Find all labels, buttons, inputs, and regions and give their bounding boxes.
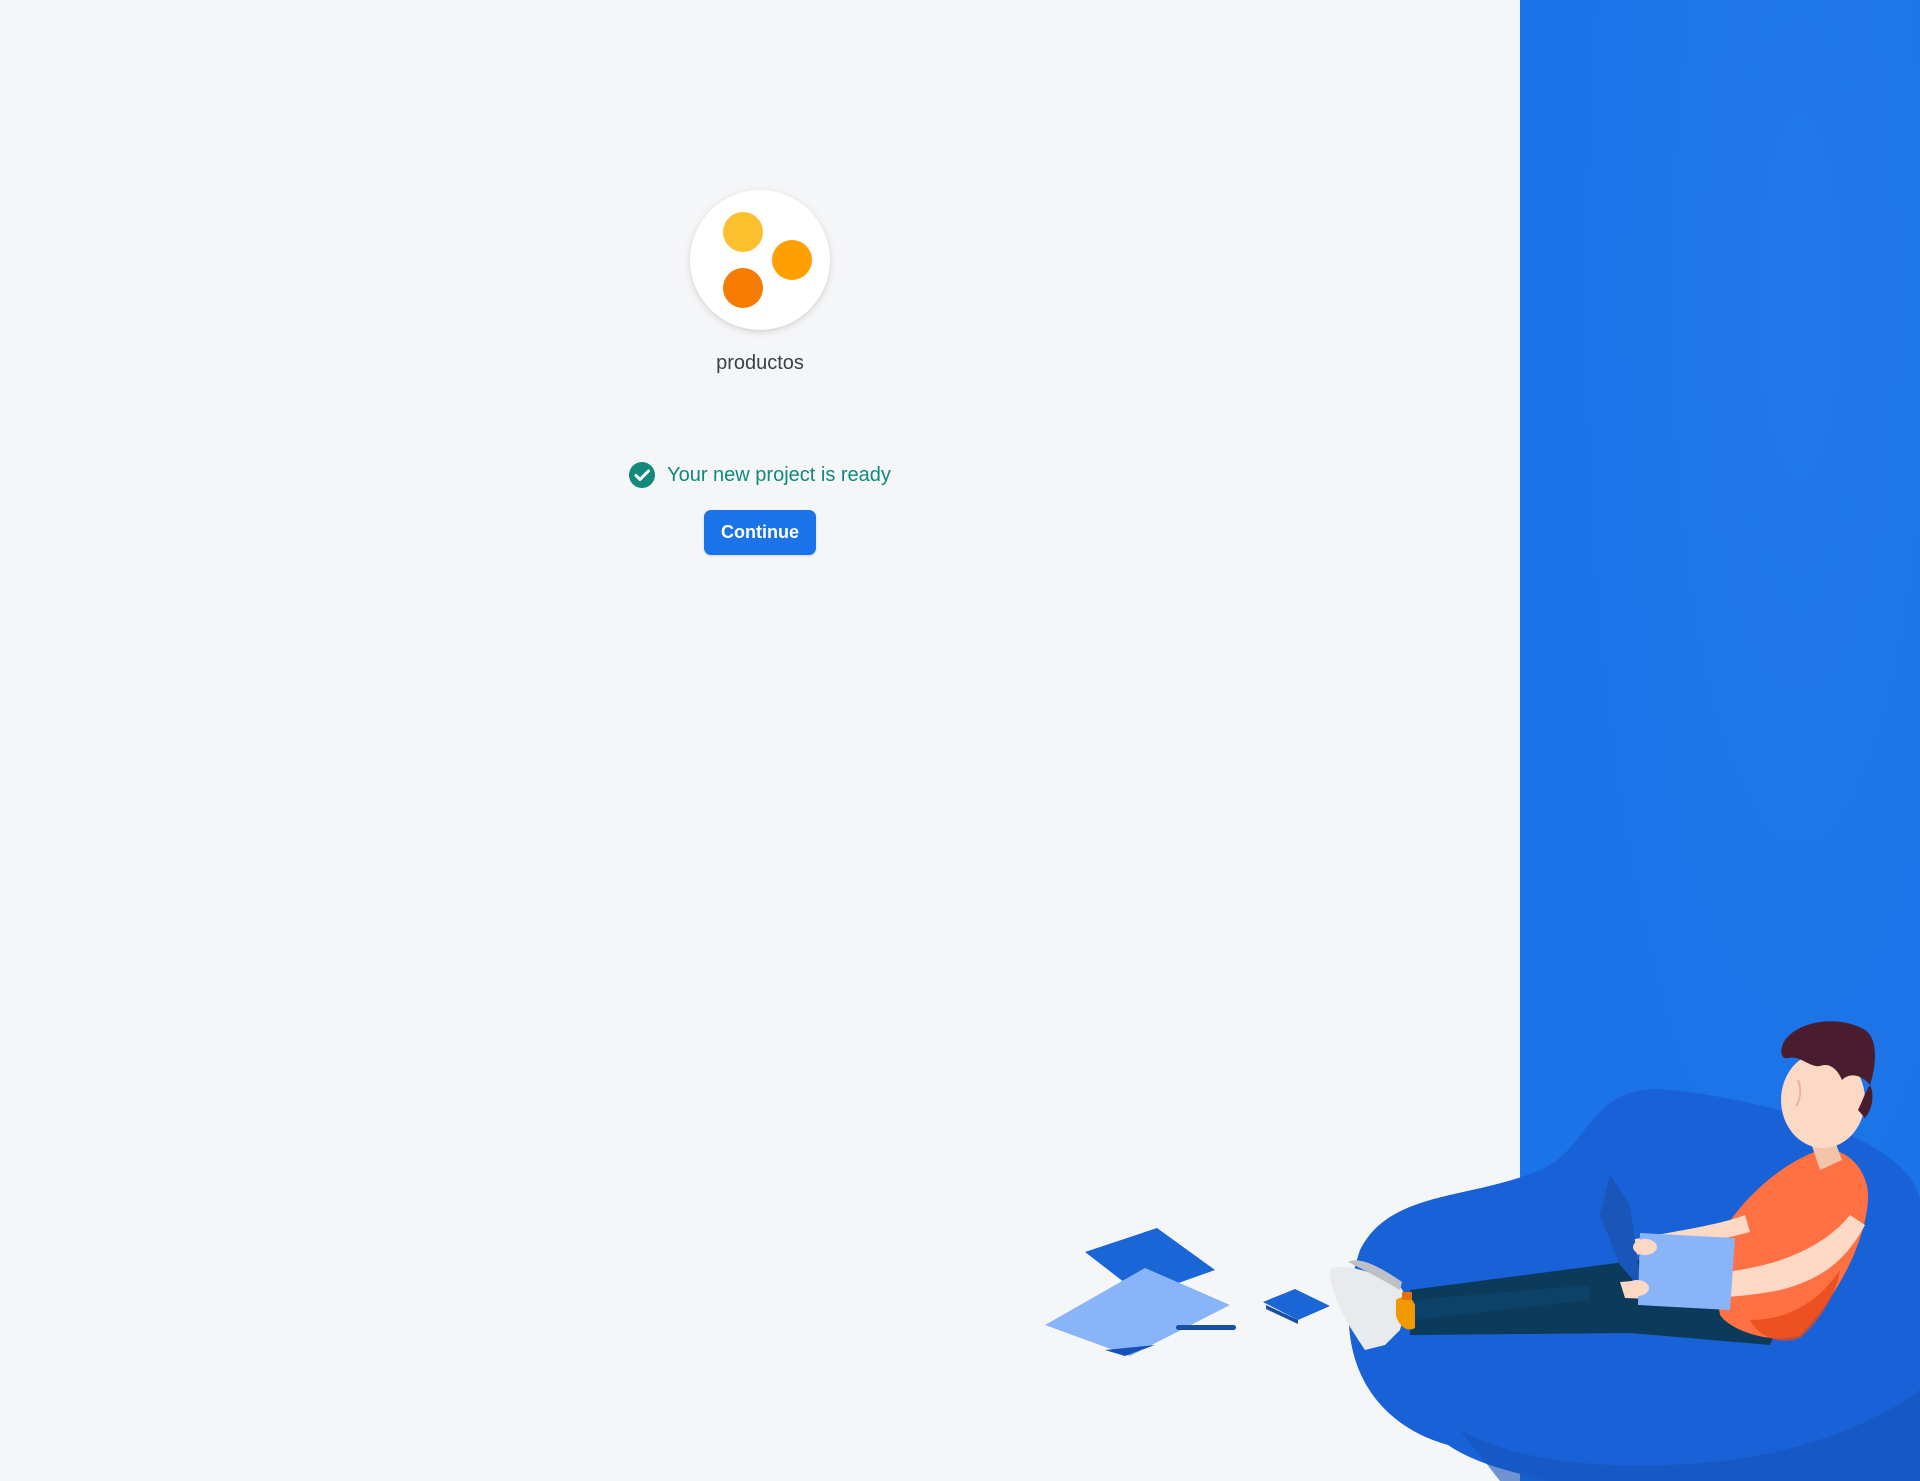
floor-pen [1176,1325,1236,1330]
check-circle-icon [629,462,656,488]
project-ready-page: productos Your new project is ready Cont… [0,0,1920,1481]
floor-paper-light [1045,1268,1230,1356]
avatar-dot-amber [772,240,812,280]
person-with-laptop-illustration [1045,1021,1920,1481]
avatar-dot-orange [723,268,763,308]
status-message-row: Your new project is ready [560,458,960,492]
status-text: Your new project is ready [667,463,891,486]
avatar-dot-yellow [723,212,763,252]
floor-phone [1263,1289,1330,1320]
project-avatar [690,190,830,330]
continue-button[interactable]: Continue [704,510,816,555]
project-status-area: productos Your new project is ready Cont… [0,0,1520,600]
project-name: productos [716,352,804,374]
